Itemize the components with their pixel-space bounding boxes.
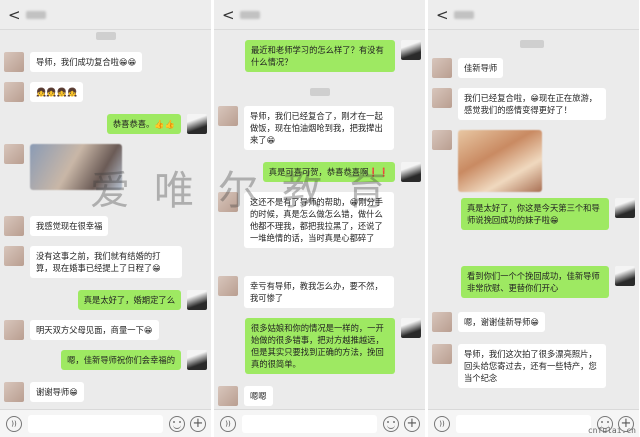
avatar[interactable]: [401, 162, 421, 182]
avatar[interactable]: [401, 40, 421, 60]
chat-title-blurred: [26, 11, 46, 19]
photo-message[interactable]: [458, 130, 542, 192]
voice-icon[interactable]: )): [434, 416, 450, 432]
avatar[interactable]: [401, 318, 421, 338]
avatar[interactable]: [615, 266, 635, 286]
message-list[interactable]: 佳新导师 我们已经复合啦，😁现在正在旅游，感觉我们的感情变得更好了！ 真是太好了…: [428, 30, 639, 409]
voice-icon[interactable]: )): [6, 416, 22, 432]
chat-panel-2: < 最近和老师学习的怎么样了？有没有什么情况？ 导师，我们已经复合了，刚才在一起…: [214, 0, 425, 437]
chat-header: <: [214, 0, 425, 30]
chat-title-blurred: [240, 11, 260, 19]
message-bubble: 我感觉现在很幸福: [30, 216, 109, 236]
avatar[interactable]: [432, 312, 452, 332]
avatar[interactable]: [4, 246, 24, 266]
chat-title-blurred: [454, 11, 474, 19]
avatar[interactable]: [187, 350, 207, 370]
avatar[interactable]: [4, 144, 24, 164]
avatar[interactable]: [432, 130, 452, 150]
message-input[interactable]: [456, 415, 591, 433]
message-bubble: 嗯嗯: [244, 386, 273, 406]
message-input[interactable]: [28, 415, 163, 433]
avatar[interactable]: [4, 382, 24, 402]
message-list[interactable]: 导师，我们成功复合啦😁😁 👧👧👧👧 恭喜恭喜。👍👍 我感觉现在很幸福 没有这事之…: [0, 30, 211, 409]
voice-icon[interactable]: )): [220, 416, 236, 432]
avatar[interactable]: [218, 276, 238, 296]
timestamp-blurred: [96, 32, 116, 40]
message-bubble: 恭喜恭喜。👍👍: [106, 114, 181, 134]
chat-header: <: [428, 0, 639, 30]
message-bubble: 嗯，谢谢佳新导师😁: [458, 312, 546, 332]
message-bubble: 佳新导师: [458, 58, 504, 78]
plus-icon[interactable]: +: [190, 416, 206, 432]
avatar[interactable]: [187, 114, 207, 134]
avatar[interactable]: [432, 344, 452, 364]
message-bubble: 没有这事之前，我们就有结婚的打算，现在婚事已经提上了日程了😁: [30, 246, 182, 278]
chat-header: <: [0, 0, 211, 30]
message-bubble: 很多姑娘和你的情况是一样的，一开始做的很多错事，把对方越推越远，但是其实只要找到…: [245, 318, 395, 374]
message-bubble: 幸亏有导师，教我怎么办，要不然，我可惨了: [244, 276, 394, 308]
message-list[interactable]: 最近和老师学习的怎么样了？有没有什么情况？ 导师，我们已经复合了，刚才在一起做饭…: [214, 30, 425, 409]
message-input[interactable]: [242, 415, 377, 433]
chat-panel-3: < 佳新导师 我们已经复合啦，😁现在正在旅游，感觉我们的感情变得更好了！ 真是太…: [428, 0, 639, 437]
message-bubble: 真是太好了，你这是今天第三个和导师说挽回成功的妹子啦😁: [461, 198, 609, 230]
emoji-icon[interactable]: [169, 416, 185, 432]
avatar[interactable]: [615, 198, 635, 218]
timestamp-blurred: [310, 88, 330, 96]
avatar[interactable]: [4, 52, 24, 72]
message-bubble: 导师，我们成功复合啦😁😁: [30, 52, 143, 72]
chevron-left-icon[interactable]: <: [436, 6, 449, 24]
message-bubble: 明天双方父母见面，商量一下😁: [30, 320, 159, 340]
chevron-left-icon[interactable]: <: [8, 6, 21, 24]
photo-message[interactable]: [30, 144, 122, 190]
timestamp-blurred: [520, 40, 544, 48]
avatar[interactable]: [218, 386, 238, 406]
avatar[interactable]: [432, 88, 452, 108]
site-watermark: cnfulai.cn: [587, 426, 636, 435]
avatar[interactable]: [218, 192, 238, 212]
chat-panel-1: < 导师，我们成功复合啦😁😁 👧👧👧👧 恭喜恭喜。👍👍 我感觉现在很幸福 没有这…: [0, 0, 211, 437]
message-bubble: 导师，我们这次拍了很多漂亮照片，回头给您寄过去，还有一些特产，您当个纪念: [458, 344, 606, 388]
emoji-icon[interactable]: [383, 416, 399, 432]
chevron-left-icon[interactable]: <: [222, 6, 235, 24]
message-bubble: 真是太好了，婚期定了么: [77, 290, 181, 310]
message-bubble: 看到你们一个个挽回成功，佳新导师非常欣慰、更替你们开心: [461, 266, 609, 298]
message-bubble: 最近和老师学习的怎么样了？有没有什么情况？: [245, 40, 395, 72]
input-bar: )) +: [0, 409, 211, 437]
avatar[interactable]: [4, 82, 24, 102]
avatar[interactable]: [432, 58, 452, 78]
message-bubble: 导师，我们已经复合了，刚才在一起做饭，现在怕油烟呛到我，把我撵出来了😁: [244, 106, 394, 150]
message-bubble: 我们已经复合啦，😁现在正在旅游，感觉我们的感情变得更好了！: [458, 88, 606, 120]
avatar[interactable]: [218, 106, 238, 126]
message-bubble: 谢谢导师😁: [30, 382, 84, 402]
input-bar: )) +: [214, 409, 425, 437]
avatar[interactable]: [187, 290, 207, 310]
avatar[interactable]: [4, 320, 24, 340]
message-bubble: 嗯，佳新导师祝你们会幸福的: [61, 350, 181, 370]
plus-icon[interactable]: +: [404, 416, 420, 432]
message-bubble: 👧👧👧👧: [30, 82, 84, 102]
avatar[interactable]: [4, 216, 24, 236]
message-bubble: 这还不是有了导师的帮助，😁刚分手的时候，真是怎么做怎么错，做什么他都不理我，都把…: [244, 192, 394, 248]
message-bubble: 真是可喜可贺，恭喜恭喜啊❗❗: [262, 162, 395, 182]
